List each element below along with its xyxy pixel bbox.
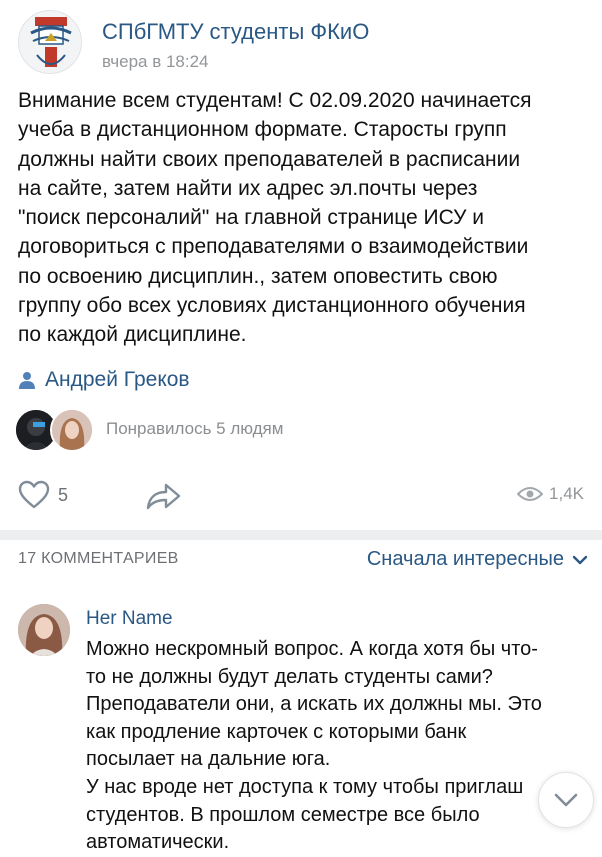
post-timestamp[interactable]: вчера в 18:24 [102,52,209,72]
group-avatar[interactable] [18,10,82,74]
liker-avatar[interactable] [50,408,94,452]
scroll-down-button[interactable] [538,772,594,828]
likers-row[interactable]: Понравилось 5 людям [14,408,414,456]
eye-icon [517,487,544,501]
post-header: СПбГМТУ студенты ФКиО вчера в 18:24 [18,10,588,80]
share-button[interactable] [146,482,182,515]
group-name[interactable]: СПбГМТУ студенты ФКиО [102,19,369,45]
comment-author[interactable]: Her Name [86,608,173,630]
heart-icon [18,480,50,509]
comment-avatar[interactable] [18,604,70,656]
chevron-down-icon [572,555,588,564]
likes-summary[interactable]: Понравилось 5 людям [106,419,283,439]
post-author[interactable]: Андрей Греков [18,366,190,394]
comment-text: Можно нескромный вопрос. А когда хотя бы… [86,638,542,854]
sort-label: Сначала интересные [366,548,564,570]
views-counter: 1,4K [517,484,584,504]
author-name: Андрей Греков [45,368,190,391]
like-button[interactable]: 5 [18,480,68,510]
person-icon [19,372,35,389]
post-actions: 5 1,4K [18,474,584,518]
post-text: Внимание всем студентам! С 02.09.2020 на… [18,89,532,347]
chevron-down-icon [554,793,578,807]
section-divider [0,530,602,540]
like-count: 5 [58,484,69,505]
share-arrow-icon [146,483,181,510]
views-count: 1,4K [549,484,584,503]
comments-header: 17 КОММЕНТАРИЕВ Сначала интересные [18,546,588,574]
comments-sort-button[interactable]: Сначала интересные [367,548,588,571]
comments-count: 17 КОММЕНТАРИЕВ [18,550,179,567]
